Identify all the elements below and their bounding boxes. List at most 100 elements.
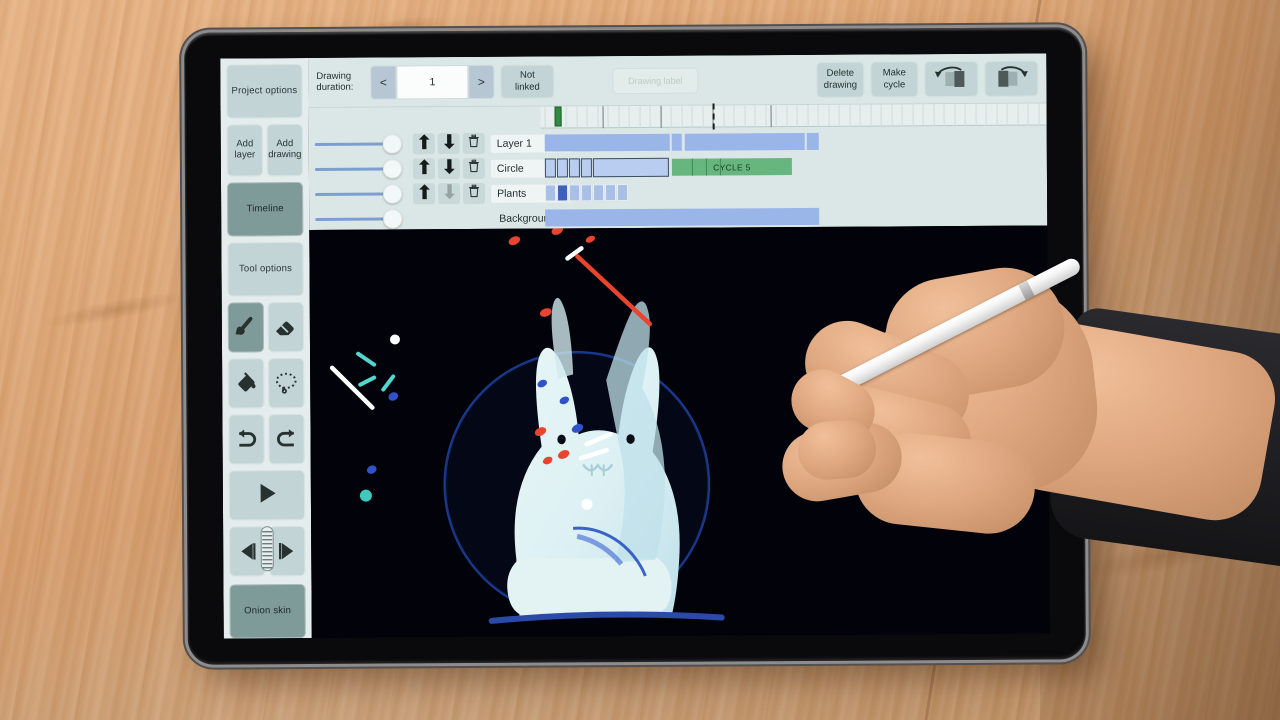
sidebar-item-project-options[interactable]: Project options (226, 64, 303, 119)
ruler-tick (1027, 103, 1029, 126)
timeline-clip[interactable] (544, 133, 670, 152)
sidebar-item-tool-options[interactable]: Tool options (227, 242, 304, 297)
rotate-right-button[interactable] (984, 60, 1039, 97)
make-cycle-button[interactable]: Make cycle (870, 60, 919, 98)
arrow-down-icon (442, 133, 455, 154)
delete-drawing-label: Delete drawing (823, 67, 858, 91)
history-tools-row (228, 414, 305, 465)
timeline-frame-cell[interactable] (605, 184, 617, 202)
chevron-right-icon: > (477, 74, 485, 89)
undo-button[interactable] (228, 414, 265, 465)
layer-track-circle[interactable]: CYCLE 5 (541, 152, 1047, 180)
next-frame-icon (274, 538, 300, 564)
add-drawing-button[interactable]: Add drawing (266, 124, 303, 177)
ruler-tick (828, 104, 830, 127)
trash-icon (468, 134, 480, 153)
onion-skin-label: Onion skin (244, 604, 292, 616)
drawing-label-input[interactable]: Drawing label (612, 67, 699, 94)
timeline-frame-cell[interactable] (580, 158, 592, 178)
timeline-frame-cell[interactable] (557, 184, 569, 202)
ruler-tick (901, 104, 903, 127)
onion-skin-button[interactable]: Onion skin (229, 584, 306, 639)
ruler-tick (597, 106, 599, 129)
ruler-tick (786, 105, 788, 128)
delete-layer-button[interactable] (462, 157, 485, 180)
timeline-frame-cell[interactable] (545, 184, 557, 202)
play-button[interactable] (228, 470, 306, 521)
timeline-frame-cell[interactable] (544, 158, 556, 178)
ruler-tick (670, 105, 672, 128)
slider-knob[interactable] (383, 184, 403, 204)
play-icon (252, 478, 282, 512)
timeline-frame-cell[interactable] (568, 158, 580, 178)
timeline-panel: Drawing duration: < 1 > Not linked Drawi… (308, 53, 1048, 232)
timeline-frame-cell[interactable] (617, 184, 629, 202)
ruler-tick (817, 104, 819, 127)
ruler-tick (975, 103, 977, 126)
brush-tool-button[interactable] (227, 302, 265, 353)
duration-increment-button[interactable]: > (468, 64, 495, 99)
add-layer-label: Add layer (234, 138, 256, 161)
timeline-frame-cell[interactable] (581, 184, 593, 202)
delete-layer-button[interactable] (463, 182, 486, 205)
layer-opacity-slider[interactable] (315, 181, 410, 207)
move-layer-down-button[interactable] (437, 133, 460, 155)
timeline-clip[interactable] (684, 132, 805, 151)
timeline-clip[interactable] (545, 207, 820, 227)
move-layer-down-button[interactable] (437, 158, 460, 180)
sidebar-item-timeline[interactable]: Timeline (226, 182, 304, 237)
duration-decrement-button[interactable]: < (370, 64, 397, 100)
ruler-tick (964, 103, 966, 126)
timeline-ruler[interactable] (540, 103, 1047, 130)
frame-scrubber-icon[interactable] (260, 526, 274, 577)
ruler-tick-major (770, 105, 772, 128)
layer-name: Plants (497, 187, 527, 200)
duration-value-input[interactable]: 1 (396, 64, 469, 99)
slider-knob[interactable] (383, 209, 403, 229)
layer-opacity-slider[interactable] (315, 206, 410, 232)
delete-drawing-button[interactable]: Delete drawing (816, 61, 865, 98)
slider-knob[interactable] (382, 134, 402, 154)
ruler-tick (702, 105, 704, 128)
ruler-tick (933, 104, 935, 127)
timeline-frame-cell[interactable] (593, 184, 605, 202)
trash-icon (468, 159, 480, 178)
move-layer-up-button[interactable] (412, 158, 435, 180)
sidebar-item-label: Timeline (246, 202, 284, 214)
layer-opacity-slider[interactable] (314, 156, 410, 182)
timeline-frame-cell[interactable] (556, 158, 568, 178)
ruler-tick (838, 104, 840, 127)
eraser-tool-button[interactable] (267, 302, 305, 353)
ruler-tick (775, 105, 777, 128)
ruler-tick (628, 106, 630, 129)
timeline-clip[interactable] (671, 133, 682, 151)
add-layer-button[interactable]: Add layer (226, 124, 263, 177)
layer-opacity-slider[interactable] (314, 131, 410, 157)
layer-track-layer-1[interactable] (541, 127, 1047, 155)
move-layer-down-button (438, 183, 461, 205)
slider-knob[interactable] (382, 159, 402, 179)
redo-button[interactable] (268, 414, 305, 465)
playhead-marker[interactable] (554, 106, 562, 127)
move-layer-up-button[interactable] (413, 183, 436, 205)
move-layer-up-button[interactable] (412, 133, 435, 155)
ruler-tick (891, 104, 893, 127)
timeline-cycle-block[interactable]: CYCLE 5 (671, 158, 792, 176)
arrow-down-icon (443, 183, 456, 204)
layer-track-plants[interactable] (541, 177, 1047, 205)
lasso-tool-button[interactable] (268, 358, 305, 409)
timeline-frame-cell[interactable] (592, 157, 669, 178)
ruler-tick (639, 105, 641, 128)
timeline-clip[interactable] (806, 132, 819, 150)
next-frame-button[interactable] (269, 526, 306, 577)
fill-tool-button[interactable] (228, 358, 265, 409)
timeline-toolbar: Drawing duration: < 1 > Not linked Drawi… (308, 53, 1047, 108)
timeline-frame-cell[interactable] (569, 184, 581, 202)
trash-icon (468, 184, 480, 203)
duration-value: 1 (429, 75, 436, 88)
not-linked-button[interactable]: Not linked (500, 63, 555, 99)
rotate-left-button[interactable] (924, 60, 979, 97)
ruler-tick (985, 103, 987, 126)
delete-layer-button[interactable] (462, 132, 485, 155)
